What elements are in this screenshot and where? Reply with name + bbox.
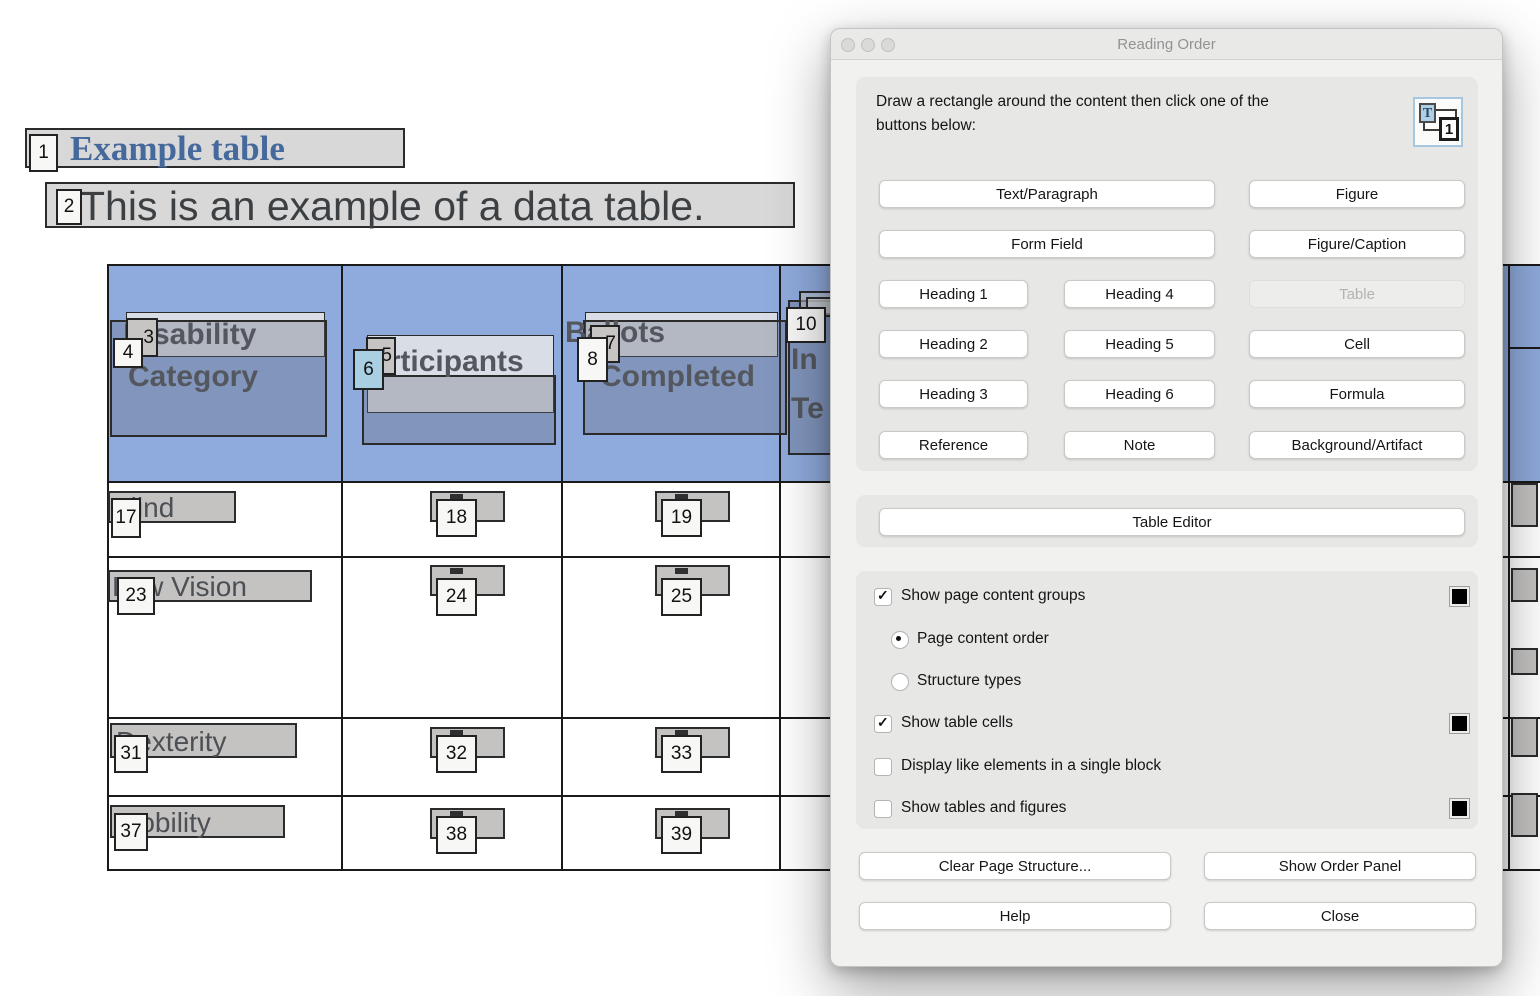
table-cells-color-swatch[interactable] (1449, 713, 1470, 734)
help-button[interactable]: Help (859, 902, 1171, 930)
reading-order-tag-18[interactable]: 18 (436, 499, 477, 537)
reading-order-tag-33[interactable]: 33 (661, 735, 702, 773)
header-col4-line2: Te (791, 392, 824, 426)
heading-4-button[interactable]: Heading 4 (1064, 280, 1215, 308)
heading-1-button[interactable]: Heading 1 (879, 280, 1028, 308)
structure-types-radio[interactable] (891, 673, 909, 691)
page-content-order-label: Page content order (917, 630, 1049, 648)
hidden-value-sliver (450, 568, 463, 574)
header-col3-line2: Completed (600, 360, 755, 394)
content-group-box (362, 375, 556, 445)
reading-order-tag-38[interactable]: 38 (436, 816, 477, 854)
reading-order-tag-31[interactable]: 31 (114, 735, 148, 773)
reading-order-tag-37[interactable]: 37 (114, 813, 148, 851)
tag-buttons-panel (856, 77, 1478, 471)
heading-6-button[interactable]: Heading 6 (1064, 380, 1215, 408)
header-col4-line1: In (791, 343, 818, 377)
icon-number-1: 1 (1439, 117, 1459, 141)
options-panel (856, 571, 1478, 829)
reading-order-tag-39[interactable]: 39 (661, 816, 702, 854)
dialog-titlebar[interactable]: Reading Order (831, 29, 1502, 60)
instruction-text-line2: buttons below: (876, 117, 976, 135)
instruction-text-line1: Draw a rectangle around the content then… (876, 93, 1269, 111)
header-col1-line2: Category (128, 360, 258, 394)
show-tables-figures-label: Show tables and figures (901, 799, 1066, 817)
reading-order-tag-24[interactable]: 24 (436, 578, 477, 616)
table-border-col2 (561, 264, 563, 871)
show-order-panel-button[interactable]: Show Order Panel (1204, 852, 1476, 880)
table-border-sliver (1510, 347, 1540, 349)
reading-order-tag-8[interactable]: 8 (577, 337, 608, 382)
table-editor-button[interactable]: Table Editor (879, 508, 1465, 536)
content-group-box (1511, 717, 1538, 757)
reading-order-tag-1[interactable]: 1 (29, 134, 58, 172)
reading-order-tag-4[interactable]: 4 (113, 338, 143, 368)
display-like-elements-checkbox[interactable] (874, 758, 892, 776)
close-button[interactable]: Close (1204, 902, 1476, 930)
reference-button[interactable]: Reference (879, 431, 1028, 459)
content-group-box (1511, 483, 1538, 527)
reading-order-dialog: Reading Order Draw a rectangle around th… (830, 28, 1503, 967)
figure-button[interactable]: Figure (1249, 180, 1465, 208)
content-groups-color-swatch[interactable] (1449, 586, 1470, 607)
table-border-col1 (341, 264, 343, 871)
table-border-col4 (1508, 264, 1510, 871)
show-tables-figures-checkbox[interactable] (874, 800, 892, 818)
heading-5-button[interactable]: Heading 5 (1064, 330, 1215, 358)
reading-order-tag-17[interactable]: 17 (111, 498, 141, 538)
cell-button[interactable]: Cell (1249, 330, 1465, 358)
heading-2-button[interactable]: Heading 2 (879, 330, 1028, 358)
note-button[interactable]: Note (1064, 431, 1215, 459)
show-table-cells-label: Show table cells (901, 714, 1013, 732)
document-paragraph: This is an example of a data table. (80, 183, 704, 230)
show-page-content-groups-label: Show page content groups (901, 587, 1085, 605)
background-artifact-button[interactable]: Background/Artifact (1249, 431, 1465, 459)
icon-letter-t: T (1419, 103, 1436, 123)
heading-3-button[interactable]: Heading 3 (879, 380, 1028, 408)
form-field-button[interactable]: Form Field (879, 230, 1215, 258)
reading-order-tag-32[interactable]: 32 (436, 735, 477, 773)
reading-order-tag-23[interactable]: 23 (117, 577, 155, 615)
content-group-box (1511, 648, 1538, 675)
clear-page-structure-button[interactable]: Clear Page Structure... (859, 852, 1171, 880)
formula-button[interactable]: Formula (1249, 380, 1465, 408)
dialog-title: Reading Order (831, 36, 1502, 53)
reading-order-tag-25[interactable]: 25 (661, 578, 702, 616)
show-page-content-groups-checkbox[interactable] (874, 588, 892, 606)
reading-order-tag-6-selected[interactable]: 6 (353, 349, 384, 390)
tables-figures-color-swatch[interactable] (1449, 798, 1470, 819)
show-table-cells-checkbox[interactable] (874, 715, 892, 733)
reading-order-tool-icon: T 1 (1413, 97, 1463, 147)
table-border-left (107, 264, 109, 871)
display-like-elements-label: Display like elements in a single block (901, 757, 1161, 775)
content-group-box (1511, 793, 1538, 837)
content-group-box (1511, 568, 1538, 602)
reading-order-tag-19[interactable]: 19 (661, 499, 702, 537)
table-button: Table (1249, 280, 1465, 308)
hidden-value-sliver (675, 568, 688, 574)
document-heading: Example table (70, 129, 285, 169)
page-content-order-radio[interactable] (891, 631, 909, 649)
reading-order-tag-2[interactable]: 2 (56, 189, 82, 225)
text-paragraph-button[interactable]: Text/Paragraph (879, 180, 1215, 208)
figure-caption-button[interactable]: Figure/Caption (1249, 230, 1465, 258)
structure-types-label: Structure types (917, 672, 1021, 690)
reading-order-tag-10[interactable]: 10 (786, 307, 826, 343)
